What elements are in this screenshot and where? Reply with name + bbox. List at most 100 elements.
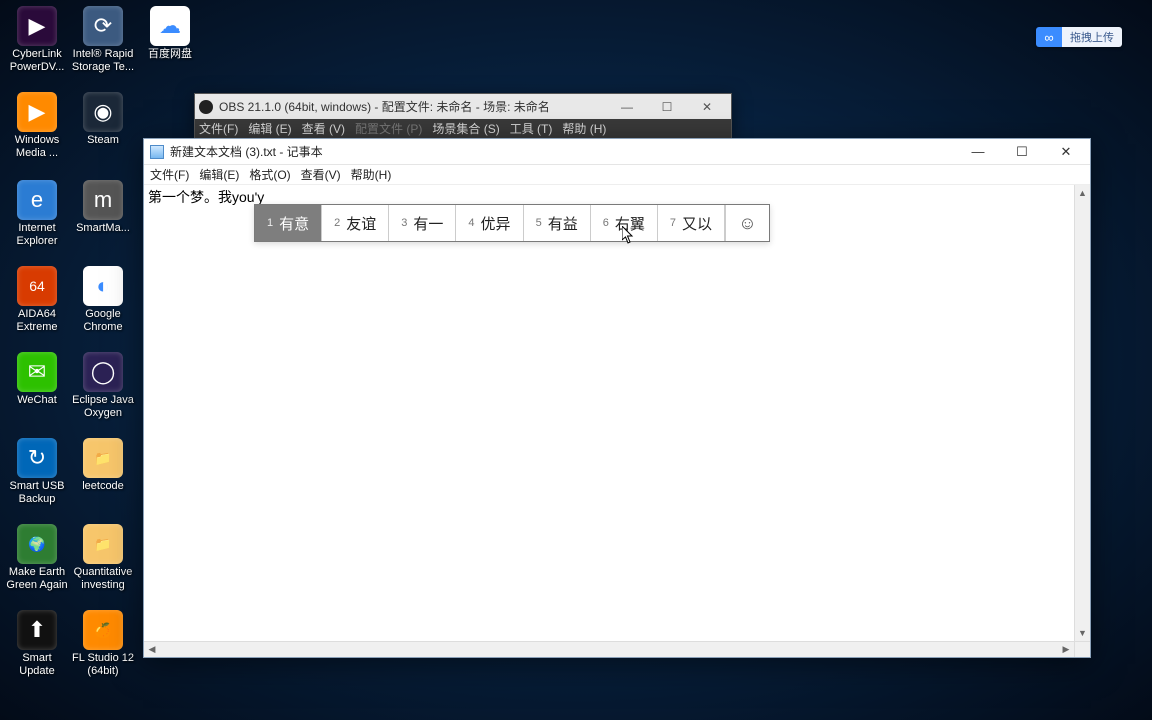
notepad-maximize-button[interactable]: ☐ [1000, 139, 1044, 164]
desktop-icon[interactable]: 🌍Make Earth Green Again [5, 524, 69, 592]
desktop-icon[interactable]: ◐Google Chrome [71, 266, 135, 334]
desktop-icon-label: AIDA64 Extreme [5, 308, 69, 334]
desktop-icon[interactable]: ☁百度网盘 [138, 6, 202, 61]
ime-candidate[interactable]: 3有一 [389, 205, 456, 241]
desktop-icon[interactable]: 🍊FL Studio 12 (64bit) [71, 610, 135, 678]
ime-candidate-word: 优异 [481, 213, 511, 234]
ime-candidate-word: 有意 [279, 213, 309, 234]
notepad-menu-item[interactable]: 文件(F) [148, 166, 191, 183]
notepad-menu-item[interactable]: 编辑(E) [197, 166, 241, 183]
obs-menubar: 文件(F) 编辑 (E) 查看 (V) 配置文件 (P) 场景集合 (S) 工具 (T) 帮… [195, 119, 731, 138]
desktop-icon-label: leetcode [71, 480, 135, 493]
desktop-icon-label: WeChat [5, 394, 69, 407]
desktop-icon[interactable]: 📁Quantitative investing [71, 524, 135, 592]
obs-menu-item[interactable]: 查看 (V) [302, 120, 345, 137]
ime-emoji-button[interactable]: ☺ [725, 205, 769, 241]
ime-candidate[interactable]: 6 右翼 [591, 205, 658, 241]
notepad-body: 第一个梦。我you'y ▲ ▼ ◀ ▶ [144, 185, 1090, 657]
app-icon: 64 [17, 266, 57, 306]
desktop-icon[interactable]: ✉ WeChat [5, 352, 69, 407]
vertical-scrollbar[interactable]: ▲ ▼ [1074, 185, 1090, 641]
desktop-icon[interactable]: ⟳Intel® Rapid Storage Te... [71, 6, 135, 74]
app-icon: 📁 [83, 438, 123, 478]
ime-candidate-word: 右翼 [615, 213, 645, 234]
obs-menu-item[interactable]: 文件(F) [199, 120, 238, 137]
obs-menu-item[interactable]: 工具 (T) [510, 120, 553, 137]
desktop-icon-label: Internet Explorer [5, 222, 69, 248]
desktop-icon[interactable]: eInternet Explorer [5, 180, 69, 248]
ime-candidate[interactable]: 5有益 [524, 205, 591, 241]
ime-candidate[interactable]: 1 有意 [255, 205, 322, 241]
app-icon: e [17, 180, 57, 220]
ime-candidate-number: 2 [334, 217, 340, 229]
obs-window: OBS 21.1.0 (64bit, windows) - 配置文件: 未命名 … [194, 93, 732, 138]
ime-candidate[interactable]: 4 优异 [456, 205, 523, 241]
desktop-icon-label: Google Chrome [71, 308, 135, 334]
desktop-icon-label: Steam [71, 134, 135, 147]
ime-candidate-number: 7 [670, 217, 676, 229]
notepad-title: 新建文本文档 (3).txt - 记事本 [170, 143, 323, 160]
notepad-minimize-button[interactable]: — [956, 139, 1000, 164]
desktop-icon[interactable]: ◉Steam [71, 92, 135, 147]
obs-menu-item[interactable]: 编辑 (E) [248, 120, 291, 137]
app-icon: ▶ [17, 92, 57, 132]
scroll-right-icon[interactable]: ▶ [1058, 642, 1074, 657]
baidu-upload-pill[interactable]: ∞ 拖拽上传 [1036, 27, 1122, 47]
notepad-text-area[interactable]: 第一个梦。我you'y [144, 185, 1074, 641]
app-icon: ↻ [17, 438, 57, 478]
app-icon: ▶ [17, 6, 57, 46]
desktop-icon[interactable]: ↻Smart USB Backup [5, 438, 69, 506]
app-icon: ◐ [83, 266, 123, 306]
desktop-icon-label: Intel® Rapid Storage Te... [71, 48, 135, 74]
desktop-icon-label: FL Studio 12 (64bit) [71, 652, 135, 678]
desktop-icon[interactable]: m SmartMa... [71, 180, 135, 235]
ime-candidate[interactable]: 2 友谊 [322, 205, 389, 241]
desktop-icon[interactable]: 📁 leetcode [71, 438, 135, 493]
scroll-up-icon[interactable]: ▲ [1075, 185, 1090, 201]
obs-menu-item: 配置文件 (P) [355, 120, 422, 137]
notepad-menu-item[interactable]: 帮助(H) [349, 166, 394, 183]
desktop-icon[interactable]: ▶CyberLink PowerDV... [5, 6, 69, 74]
notepad-close-button[interactable]: ✕ [1044, 139, 1088, 164]
ime-candidate-number: 3 [401, 217, 407, 229]
desktop-icon-label: Quantitative investing [71, 566, 135, 592]
ime-candidate-number: 6 [603, 217, 609, 229]
obs-close-button[interactable]: ✕ [687, 94, 727, 119]
obs-minimize-button[interactable]: — [607, 94, 647, 119]
desktop-icon[interactable]: ⬆Smart Update [5, 610, 69, 678]
horizontal-scrollbar[interactable]: ◀ ▶ [144, 641, 1074, 657]
desktop-icon-label: Make Earth Green Again [5, 566, 69, 592]
desktop-icon-label: Smart Update [5, 652, 69, 678]
app-icon: m [83, 180, 123, 220]
ime-candidate-word: 又以 [682, 213, 712, 234]
notepad-icon [150, 145, 164, 159]
app-icon: ✉ [17, 352, 57, 392]
notepad-menu-item[interactable]: 格式(O) [247, 166, 292, 183]
obs-menu-item[interactable]: 帮助 (H) [562, 120, 606, 137]
app-icon: ☁ [150, 6, 190, 46]
ime-candidate-number: 4 [468, 217, 474, 229]
notepad-titlebar[interactable]: 新建文本文档 (3).txt - 记事本 — ☐ ✕ [144, 139, 1090, 165]
obs-menu-item[interactable]: 场景集合 (S) [432, 120, 499, 137]
ime-candidate[interactable]: 7 又以 [658, 205, 725, 241]
obs-titlebar[interactable]: OBS 21.1.0 (64bit, windows) - 配置文件: 未命名 … [195, 94, 731, 119]
desktop-icon[interactable]: ▶Windows Media ... [5, 92, 69, 160]
app-icon: ⟳ [83, 6, 123, 46]
desktop-icon-label: Windows Media ... [5, 134, 69, 160]
ime-candidate-number: 1 [267, 217, 273, 229]
desktop-icon[interactable]: 64AIDA64 Extreme [5, 266, 69, 334]
obs-maximize-button[interactable]: ☐ [647, 94, 687, 119]
ime-candidate-word: 友谊 [346, 213, 376, 234]
app-icon: 🍊 [83, 610, 123, 650]
scroll-down-icon[interactable]: ▼ [1075, 625, 1090, 641]
ime-candidate-bar: 1 有意 2 友谊 3有一 4 优异 5有益 6 右翼 7 又以 ☺ [254, 204, 770, 242]
app-icon: ◯ [83, 352, 123, 392]
desktop-icon[interactable]: ◯Eclipse Java Oxygen [71, 352, 135, 420]
ime-candidate-number: 5 [536, 217, 542, 229]
desktop-icon-label: SmartMa... [71, 222, 135, 235]
desktop-icon-label: CyberLink PowerDV... [5, 48, 69, 74]
app-icon: 📁 [83, 524, 123, 564]
notepad-menu-item[interactable]: 查看(V) [299, 166, 343, 183]
scroll-left-icon[interactable]: ◀ [144, 642, 160, 657]
obs-title: OBS 21.1.0 (64bit, windows) - 配置文件: 未命名 … [219, 98, 550, 115]
